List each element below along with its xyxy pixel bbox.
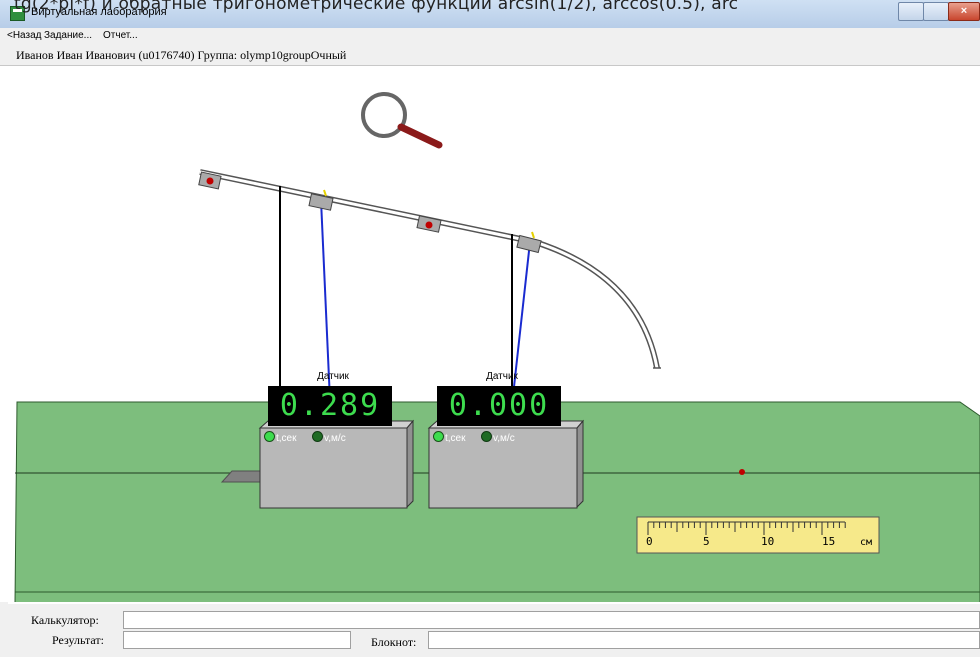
close-button[interactable]: × xyxy=(948,2,980,21)
sensor-2: Датчик 0.000 t,сек v,м/с xyxy=(429,362,575,448)
calculator-label: Калькулятор: xyxy=(31,613,99,627)
radio-off-icon xyxy=(481,431,492,442)
result-label: Результат: xyxy=(52,633,104,647)
ruler-unit: см xyxy=(860,537,873,548)
maximize-button[interactable] xyxy=(923,2,949,21)
ruler-label-0: 0 xyxy=(646,535,653,548)
minimize-button[interactable] xyxy=(898,2,924,21)
ruler-label-5: 5 xyxy=(703,535,710,548)
sensor-1-title: Датчик xyxy=(317,371,349,382)
ruler-label-15: 15 xyxy=(822,535,836,548)
overlay-text: tg(2*pi*f) и обратные тригонометрические… xyxy=(14,0,739,14)
sensor-2-velocity-toggle[interactable]: v,м/с xyxy=(481,431,515,444)
notepad-label: Блокнот: xyxy=(371,635,417,649)
user-bar: Иванов Иван Иванович (u0176740) Группа: … xyxy=(0,45,980,66)
stop-marker xyxy=(425,221,433,229)
radio-off-icon xyxy=(312,431,323,442)
ruler-label-10: 10 xyxy=(761,535,775,548)
user-info: Иванов Иван Иванович (u0176740) Группа: … xyxy=(16,48,347,62)
ball[interactable] xyxy=(206,177,214,185)
sensor-2-title: Датчик xyxy=(486,371,518,382)
menu-report[interactable]: Отчет... xyxy=(103,30,138,41)
menu-task[interactable]: Задание... xyxy=(44,30,92,41)
magnifier-icon[interactable] xyxy=(361,92,443,149)
calculator-input[interactable] xyxy=(123,611,980,629)
sensor-1-velocity-toggle[interactable]: v,м/с xyxy=(312,431,346,444)
menu-bar: <Назад Задание... Отчет... xyxy=(0,28,980,45)
bottom-panel: Калькулятор: Результат: Блокнот: xyxy=(0,604,980,657)
ruler[interactable] xyxy=(636,516,880,554)
radio-on-icon xyxy=(433,431,444,442)
photogate-2-beam xyxy=(531,231,535,239)
lab-scene: Датчик 0.289 t,сек v,м/с Датчик 0.000 t,… xyxy=(0,66,980,604)
sensor-1-time-toggle[interactable]: t,сек xyxy=(264,431,297,444)
menu-back[interactable]: <Назад xyxy=(7,30,42,41)
photogate-2[interactable] xyxy=(516,234,542,254)
sensor-2-time-toggle[interactable]: t,сек xyxy=(433,431,466,444)
result-input[interactable] xyxy=(123,631,351,649)
sensor-1-display: 0.289 xyxy=(268,386,392,426)
notepad-input[interactable] xyxy=(428,631,980,649)
landing-point xyxy=(739,469,745,475)
radio-on-icon xyxy=(264,431,275,442)
track-outer xyxy=(199,169,660,369)
sensor-2-display: 0.000 xyxy=(437,386,561,426)
sensor-1: Датчик 0.289 t,сек v,м/с xyxy=(260,362,406,448)
scene-canvas xyxy=(14,92,980,604)
